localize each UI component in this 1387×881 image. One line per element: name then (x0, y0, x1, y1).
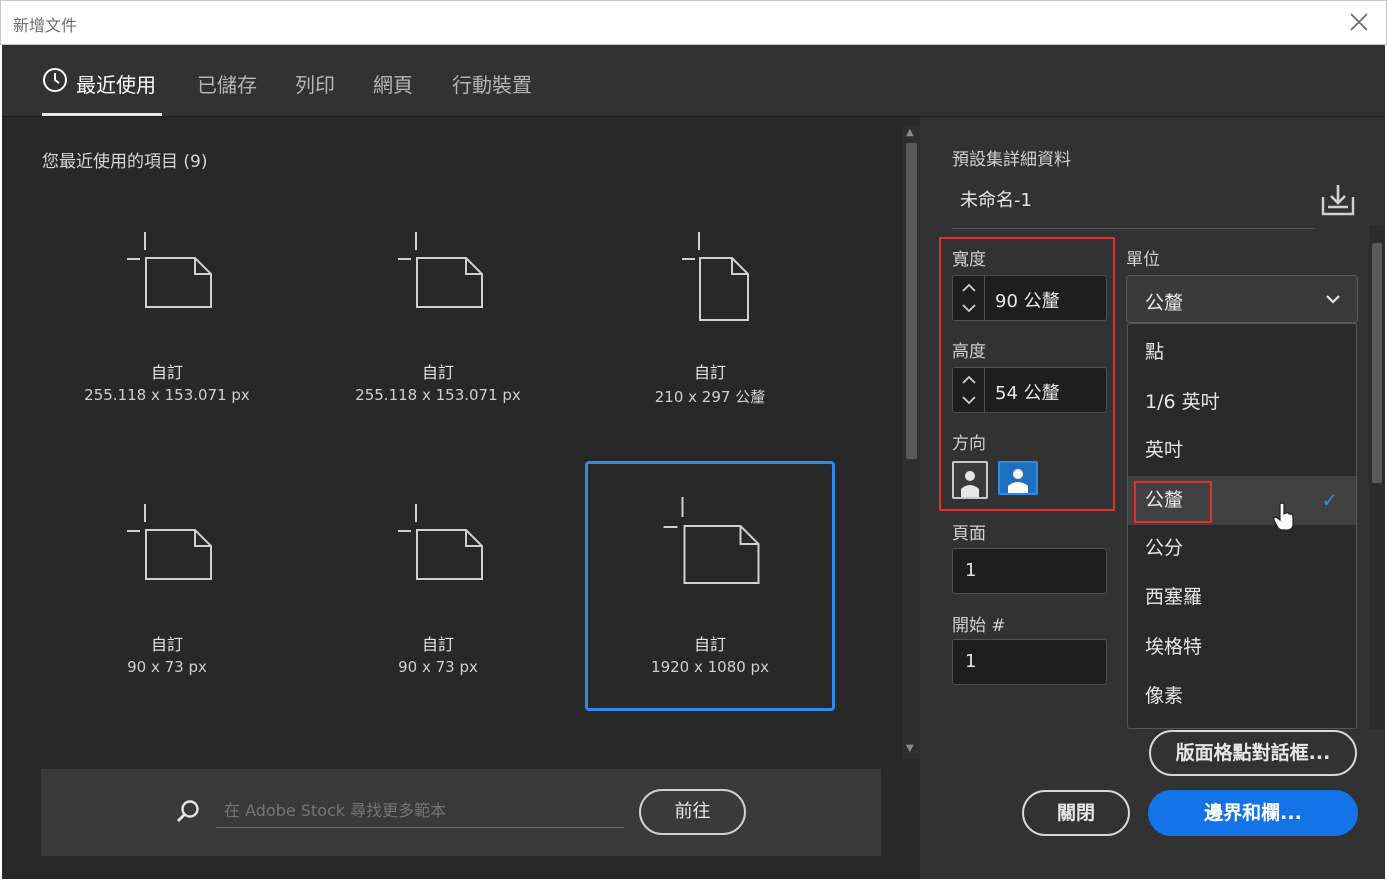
recent-item-card[interactable]: 自訂 90 x 73 px (42, 484, 292, 734)
close-icon[interactable] (1348, 11, 1370, 33)
landscape-document-icon (398, 504, 483, 580)
recent-item-card[interactable]: 自訂 255.118 x 153.071 px (313, 212, 563, 462)
grid-dialog-button[interactable]: 版面格點對話框... (1149, 730, 1357, 776)
preset-size: 90 x 73 px (398, 658, 478, 676)
pages-value: 1 (965, 560, 977, 581)
close-button[interactable]: 關閉 (1022, 790, 1130, 836)
landscape-document-icon (398, 232, 483, 308)
stock-search-bar: 前往 (41, 769, 881, 856)
active-tab-indicator (42, 113, 162, 116)
preset-details-title: 預設集詳細資料 (952, 150, 1071, 170)
tab-recent[interactable]: 最近使用 (76, 69, 156, 98)
landscape-document-icon (127, 232, 212, 308)
landscape-document-icon (127, 504, 212, 580)
unit-option-pixels[interactable]: 像素 (1128, 672, 1356, 721)
unit-option-agates[interactable]: 埃格特 (1128, 623, 1356, 672)
width-label: 寬度 (952, 250, 986, 270)
dialog-titlebar: 新增文件 (0, 0, 1387, 45)
tab-saved[interactable]: 已儲存 (197, 69, 257, 98)
search-icon (177, 800, 199, 822)
category-tabs: 最近使用 已儲存 列印 網頁 行動裝置 (2, 45, 1385, 117)
pages-label: 頁面 (952, 524, 986, 544)
scroll-up-icon[interactable]: ▲ (906, 127, 914, 138)
preset-name: 自訂 (693, 635, 726, 654)
units-selected-value: 公釐 (1145, 292, 1184, 314)
recent-items-scrollbar[interactable]: ▲ ▼ (903, 125, 920, 759)
tab-mobile[interactable]: 行動裝置 (452, 69, 532, 98)
recent-item-card[interactable]: 自訂 255.118 x 153.071 px (42, 212, 292, 462)
portrait-document-icon (682, 232, 749, 321)
units-label: 單位 (1126, 250, 1160, 270)
landscape-icon (1008, 469, 1028, 493)
tab-web[interactable]: 網頁 (373, 69, 413, 98)
dialog-title: 新增文件 (13, 16, 78, 35)
preset-size: 255.118 x 153.071 px (355, 386, 521, 404)
unit-option-points[interactable]: 點 (1128, 328, 1356, 377)
unit-option-inches[interactable]: 英吋 (1128, 426, 1356, 475)
new-document-dialog: 最近使用 已儲存 列印 網頁 行動裝置 您最近使用的項目 (9) 自訂 255.… (2, 45, 1385, 879)
clock-icon (43, 68, 67, 92)
recent-item-card[interactable]: 自訂 210 x 297 公釐 (585, 212, 835, 462)
preset-size: 1920 x 1080 px (651, 658, 769, 676)
portrait-orientation-button[interactable] (952, 461, 988, 499)
stepper-arrows-icon[interactable] (953, 368, 985, 412)
preset-name: 自訂 (150, 363, 183, 382)
hand-cursor-icon (1273, 502, 1294, 531)
width-value: 90 公釐 (995, 291, 1060, 312)
preset-size: 255.118 x 153.071 px (84, 386, 250, 404)
landscape-orientation-button[interactable] (998, 461, 1038, 495)
recent-items-title: 您最近使用的項目 (9) (42, 152, 208, 172)
tab-print[interactable]: 列印 (295, 69, 335, 98)
unit-option-centimeters[interactable]: 公分 (1128, 524, 1356, 573)
units-dropdown[interactable]: 公釐 (1126, 275, 1358, 323)
chevron-down-icon (1326, 295, 1340, 304)
scrollbar-thumb[interactable] (906, 143, 917, 459)
recent-items-panel: 您最近使用的項目 (9) 自訂 255.118 x 153.071 px 自訂 … (2, 117, 920, 879)
preset-details-panel: 預設集詳細資料 未命名-1 寬度 90 公釐 高度 54 公釐 方向 頁面 1 … (920, 117, 1385, 879)
orientation-label: 方向 (952, 434, 986, 454)
scroll-down-icon[interactable]: ▼ (906, 743, 914, 754)
unit-option-picas[interactable]: 1/6 英吋 (1128, 378, 1356, 427)
stepper-arrows-icon[interactable] (953, 276, 985, 320)
recent-item-card-selected[interactable]: 自訂 1920 x 1080 px (585, 461, 835, 711)
unit-option-ciceros[interactable]: 西塞羅 (1128, 573, 1356, 622)
preset-name: 自訂 (421, 363, 454, 382)
portrait-icon (961, 471, 979, 497)
recent-item-card[interactable]: 自訂 90 x 73 px (313, 484, 563, 734)
checkmark-icon: ✓ (1321, 488, 1338, 512)
height-label: 高度 (952, 342, 986, 362)
scrollbar-thumb[interactable] (1372, 243, 1382, 483)
height-stepper[interactable] (953, 368, 985, 412)
preset-name: 自訂 (693, 363, 726, 382)
width-stepper[interactable] (953, 276, 985, 320)
preset-size: 210 x 297 公釐 (654, 388, 766, 406)
stock-search-input[interactable] (216, 794, 624, 828)
highlight-box-millimeters (1134, 481, 1212, 523)
preset-size: 90 x 73 px (127, 658, 207, 676)
start-number-label: 開始 # (952, 616, 1006, 636)
preset-name: 自訂 (150, 635, 183, 654)
pages-field[interactable]: 1 (952, 548, 1107, 594)
unit-option-millimeters[interactable]: 公釐 ✓ (1128, 476, 1356, 525)
go-button[interactable]: 前往 (639, 789, 746, 835)
width-field[interactable]: 90 公釐 (952, 275, 1107, 321)
landscape-document-icon (663, 497, 760, 584)
height-field[interactable]: 54 公釐 (952, 367, 1107, 413)
start-number-value: 1 (965, 651, 977, 672)
margins-columns-button[interactable]: 邊界和欄... (1148, 790, 1358, 836)
start-number-field[interactable]: 1 (952, 639, 1107, 685)
preset-panel-scrollbar[interactable] (1369, 225, 1385, 729)
save-preset-icon[interactable] (1320, 183, 1356, 217)
preset-name: 自訂 (421, 635, 454, 654)
height-value: 54 公釐 (995, 383, 1060, 404)
document-name-field[interactable]: 未命名-1 (952, 179, 1314, 229)
units-dropdown-menu: 點 1/6 英吋 英吋 公釐 ✓ 公分 西塞羅 埃格特 像素 (1127, 323, 1357, 729)
